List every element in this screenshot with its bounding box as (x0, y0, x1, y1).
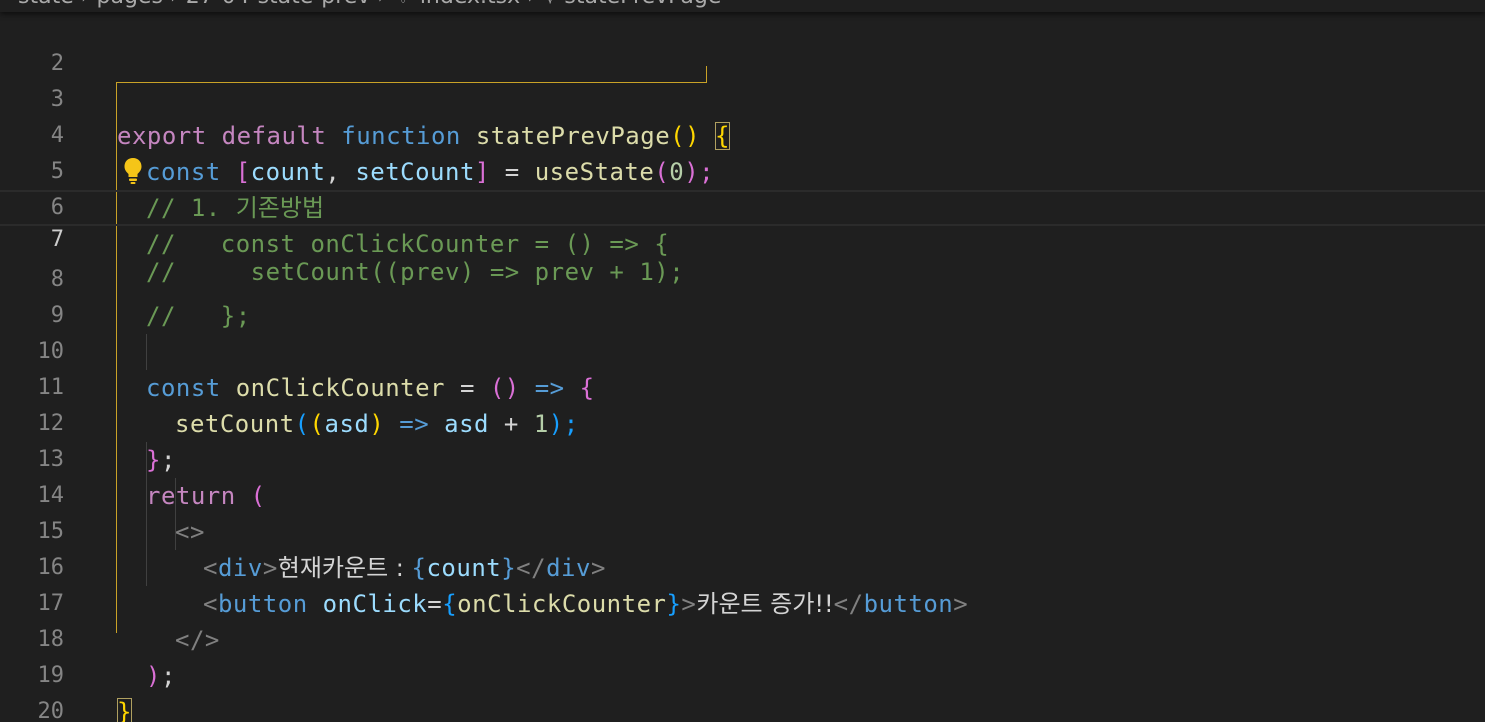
code-editor[interactable]: state › pages › 27-04-state-prev › ⚛ ind… (0, 0, 1485, 722)
code-line[interactable]: 3 export default function statePrevPage(… (0, 46, 1485, 150)
breadcrumb[interactable]: state › pages › 27-04-state-prev › ⚛ ind… (0, 0, 1485, 12)
line-number: 20 (37, 699, 65, 722)
code-line[interactable]: 9 (0, 262, 1485, 328)
code-line[interactable]: 20 (0, 658, 1485, 722)
code-line[interactable]: 16 <button onClick={onClickCounter}>카운트 … (0, 514, 1485, 618)
code-line[interactable]: 13 return ( (0, 406, 1485, 510)
lightbulb-icon[interactable] (123, 157, 143, 185)
breadcrumb-path[interactable]: state › pages › 27-04-state-prev › ⚛ ind… (18, 0, 721, 9)
code-line[interactable]: 2 (0, 10, 1485, 76)
code-line[interactable]: 14 <> (0, 442, 1485, 546)
code-line[interactable]: 4 const [count, setCount] = useState(0); (0, 82, 1485, 186)
code-line[interactable]: 11 setCount((asd) => asd + 1); (0, 334, 1485, 438)
code-line[interactable]: 5 // 1. 기존방법 (0, 118, 1485, 222)
code-line[interactable]: 10 const onClickCounter = () => { (0, 298, 1485, 402)
code-line[interactable]: 17 </> (0, 550, 1485, 654)
code-line[interactable]: 19 } (0, 622, 1485, 722)
code-line[interactable]: 8 // }; (0, 226, 1485, 330)
code-line-current[interactable]: 7 // setCount((prev) => prev + 1); (0, 190, 1485, 286)
code-text: } (117, 694, 132, 722)
code-line[interactable]: 12 }; (0, 370, 1485, 474)
matched-bracket-token: } (117, 698, 132, 722)
code-line[interactable]: 15 <div>현재카운트 : {count}</div> (0, 478, 1485, 582)
code-line[interactable]: 6 // const onClickCounter = () => { (0, 154, 1485, 258)
code-line[interactable]: 18 ); (0, 586, 1485, 690)
